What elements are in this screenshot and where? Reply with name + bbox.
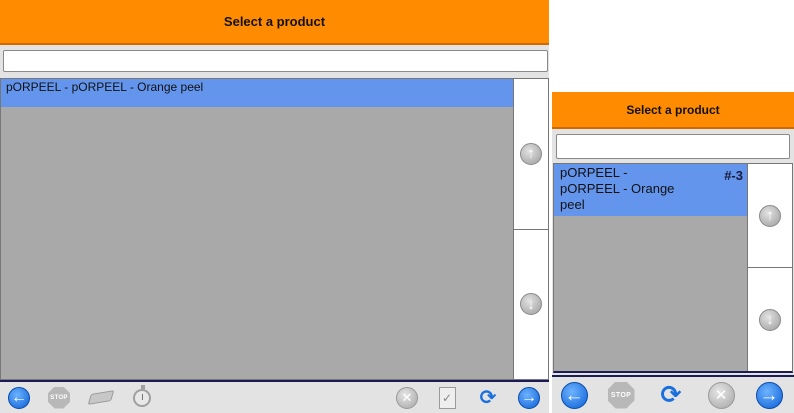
scroll-up-button[interactable]: ↑ [748,164,792,267]
bottom-toolbar: ← STOP ✕ ✓ ⟳ → [0,380,549,413]
timer-button[interactable] [122,384,162,407]
arrow-down-icon: ↓ [759,308,781,331]
eraser-button[interactable] [80,390,122,405]
stop-button[interactable]: STOP [38,386,80,409]
product-list-container: pORPEEL - pORPEEL - Orange peel ↑ ↓ [0,78,549,380]
list-item-label: pORPEEL - pORPEEL - Orange peel [560,165,675,212]
list-item-label: pORPEEL - pORPEEL - Orange peel [6,80,204,94]
stopwatch-icon [133,384,151,407]
list-item[interactable]: pORPEEL - pORPEEL - Orange peel [1,79,515,107]
close-icon: ✕ [707,381,735,409]
stop-button[interactable]: STOP [596,381,646,409]
product-selector-narrow: Select a product pORPEEL - pORPEEL - Ora… [552,92,794,413]
page-title: Select a product [552,92,794,129]
arrow-left-icon: ← [8,386,30,409]
bottom-toolbar: ← STOP ⟳ ✕ → [552,375,794,413]
product-selector-wide: Select a product pORPEEL - pORPEEL - Ora… [0,0,549,413]
scroll-up-button[interactable]: ↑ [514,79,548,229]
scroll-down-button[interactable]: ↓ [748,267,792,371]
product-list[interactable]: pORPEEL - pORPEEL - Orange peel #-3 [554,164,749,371]
list-item[interactable]: pORPEEL - pORPEEL - Orange peel #-3 [554,164,749,216]
cancel-button[interactable]: ✕ [696,381,746,409]
item-count-badge: #-3 [724,168,743,183]
stop-icon: STOP [48,386,70,409]
arrow-left-icon: ← [560,381,588,409]
refresh-button[interactable]: ⟳ [646,380,696,409]
arrow-right-icon: → [518,386,540,409]
back-button[interactable]: ← [552,381,596,409]
page-title: Select a product [0,0,549,45]
arrow-right-icon: → [755,381,783,409]
back-button[interactable]: ← [0,386,38,409]
list-scroller: ↑ ↓ [513,79,548,379]
refresh-button[interactable]: ⟳ [467,388,509,408]
next-button[interactable]: → [509,386,549,409]
stop-icon: STOP [607,381,635,409]
checklist-icon: ✓ [438,386,456,409]
product-list[interactable]: pORPEEL - pORPEEL - Orange peel [1,79,515,379]
search-input[interactable] [3,50,548,72]
checklist-button[interactable]: ✓ [427,386,467,409]
arrow-down-icon: ↓ [520,293,542,316]
cancel-button[interactable]: ✕ [387,386,427,409]
arrow-up-icon: ↑ [759,204,781,227]
list-scroller: ↑ ↓ [747,164,792,371]
arrow-up-icon: ↑ [520,142,542,165]
scroll-down-button[interactable]: ↓ [514,228,548,379]
refresh-icon: ⟳ [479,386,497,409]
close-icon: ✕ [396,386,418,409]
search-input[interactable] [556,134,790,159]
product-list-container: pORPEEL - pORPEEL - Orange peel #-3 ↑ ↓ [553,163,793,373]
next-button[interactable]: → [746,381,792,409]
refresh-icon: ⟳ [660,380,682,409]
eraser-icon [87,390,115,405]
